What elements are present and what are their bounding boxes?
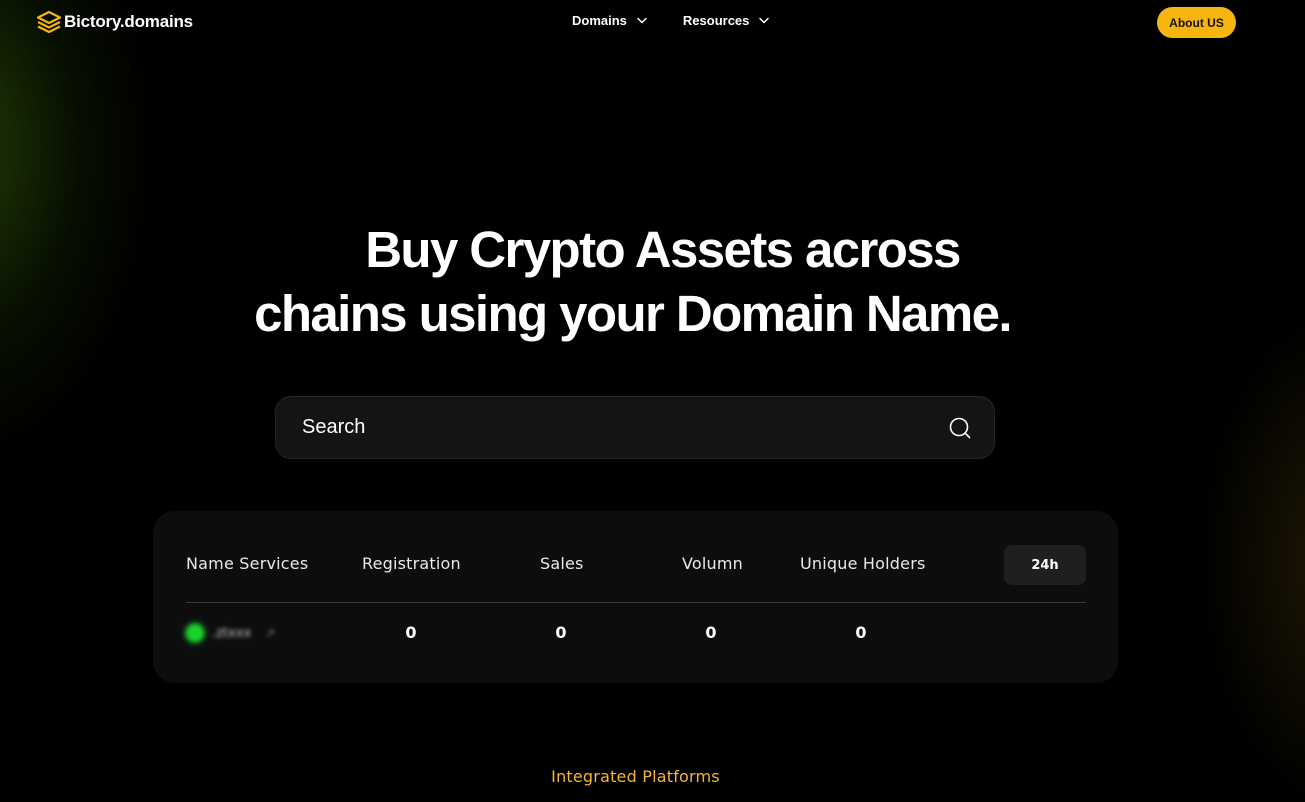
volume-value: 0: [705, 623, 717, 642]
search-icon[interactable]: [949, 417, 971, 439]
stats-panel: Name Services Registration Sales Volumn …: [153, 511, 1118, 683]
hexagon-layers-icon: [36, 11, 62, 33]
table-row: .ztxxx ↗ 0 0 0 0: [186, 621, 1086, 647]
period-selector-button[interactable]: 24h: [1004, 545, 1086, 585]
column-header-volume: Volumn: [682, 554, 744, 573]
stats-header: Name Services Registration Sales Volumn …: [186, 545, 1086, 585]
column-header-unique-holders: Unique Holders: [800, 554, 926, 573]
logo-text: Bictory.domains: [64, 12, 193, 31]
service-name: .ztxxx: [212, 625, 252, 641]
column-header-registration: Registration: [362, 554, 461, 573]
search-input[interactable]: [302, 397, 922, 458]
about-us-button[interactable]: About US: [1157, 7, 1236, 38]
nav-item-label: Domains: [572, 13, 627, 28]
nav-item-domains[interactable]: Domains: [572, 13, 647, 28]
page: Bictory.domains Domains Resources About …: [0, 0, 1305, 802]
hero-title-line1: Buy Crypto Assets across: [365, 221, 961, 278]
chevron-down-icon: [637, 17, 647, 24]
unique-holders-value: 0: [855, 623, 867, 642]
name-service-cell[interactable]: .ztxxx ↗: [186, 624, 275, 642]
registration-value: 0: [405, 623, 417, 642]
service-logo: [186, 624, 204, 642]
search-bar: [275, 396, 995, 459]
hero-title: Buy Crypto Assets across chains using yo…: [0, 218, 1265, 346]
sales-value: 0: [555, 623, 567, 642]
nav-item-label: Resources: [682, 13, 750, 28]
column-header-name-services: Name Services: [186, 554, 309, 573]
hero-title-line2: chains using your Domain Name.: [254, 285, 1012, 342]
logo-link[interactable]: Bictory.domains: [36, 10, 193, 34]
nav-item-resources[interactable]: Resources: [682, 13, 770, 28]
integrated-platforms-heading: Integrated Platforms: [551, 767, 720, 786]
nav-menu: Domains Resources: [572, 13, 770, 28]
external-link-icon[interactable]: ↗: [265, 626, 275, 640]
column-header-sales: Sales: [540, 554, 584, 573]
top-nav: Bictory.domains Domains Resources About …: [0, 0, 1305, 44]
divider: [186, 602, 1086, 603]
chevron-down-icon: [759, 17, 770, 24]
